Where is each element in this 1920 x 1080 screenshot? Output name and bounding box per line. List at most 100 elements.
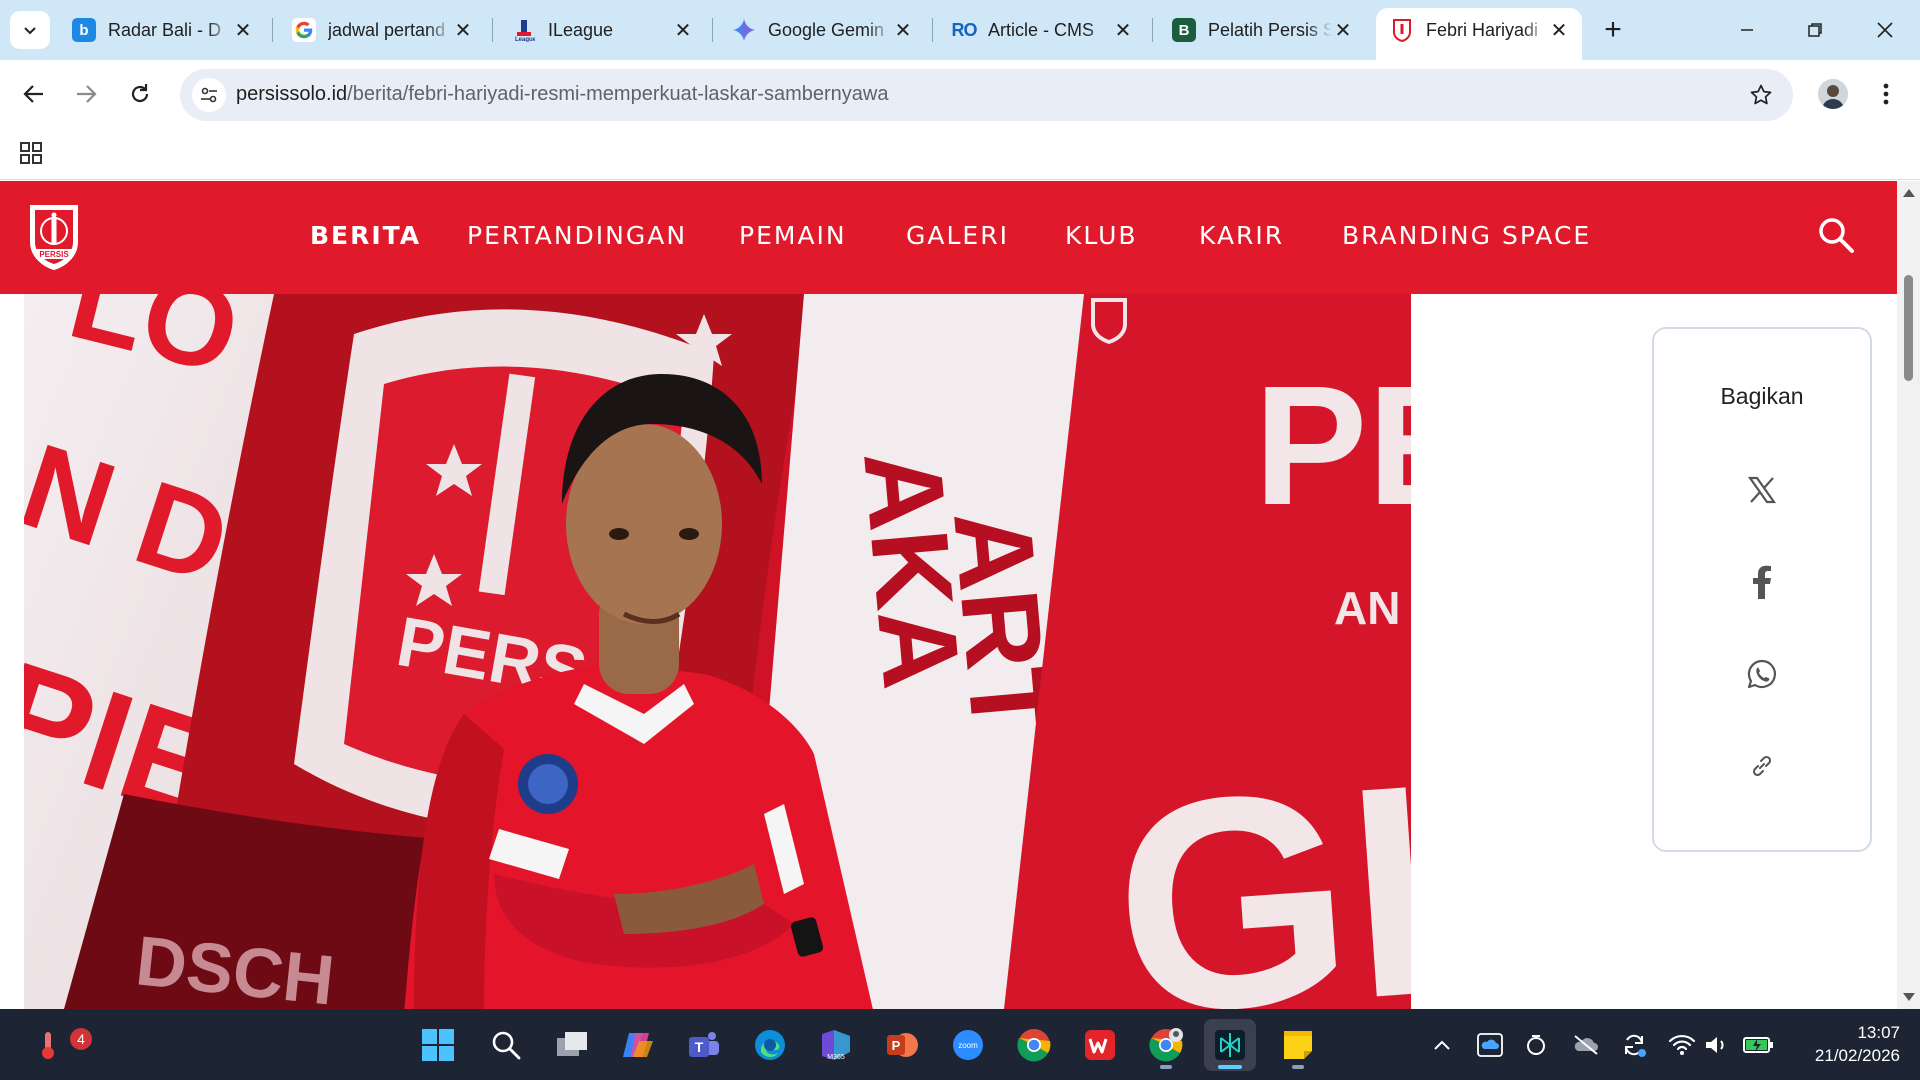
close-tab-icon[interactable]: ✕ bbox=[892, 19, 914, 42]
scroll-down-arrow-icon[interactable] bbox=[1903, 993, 1915, 1001]
tab-strip: b Radar Bali - D ✕ jadwal pertand ✕ Leag… bbox=[0, 0, 1920, 60]
nav-berita[interactable]: BERITA bbox=[310, 221, 421, 250]
bookmarks-bar bbox=[0, 128, 1920, 180]
reload-icon bbox=[131, 84, 149, 103]
weather-badge: 4 bbox=[70, 1028, 92, 1050]
active-taskbar-app[interactable] bbox=[1204, 1019, 1256, 1071]
scroll-thumb[interactable] bbox=[1904, 275, 1913, 381]
radar-bali-icon: b bbox=[72, 18, 96, 42]
back-button[interactable] bbox=[14, 74, 54, 114]
close-tab-icon[interactable]: ✕ bbox=[1548, 19, 1570, 42]
new-tab-button[interactable]: + bbox=[1580, 0, 1646, 60]
sync-tray[interactable] bbox=[1520, 1029, 1552, 1061]
tab-radar-bali[interactable]: b Radar Bali - D ✕ bbox=[58, 8, 266, 52]
battery-tray[interactable] bbox=[1742, 1029, 1774, 1061]
m365-app[interactable]: M365 bbox=[810, 1019, 862, 1071]
arrow-left-icon bbox=[23, 85, 43, 103]
wps-app[interactable] bbox=[1074, 1019, 1126, 1071]
forward-button[interactable] bbox=[66, 74, 106, 114]
chrome-profile-app[interactable] bbox=[1140, 1019, 1192, 1071]
update-tray[interactable] bbox=[1618, 1029, 1650, 1061]
tab-febri-hariyadi[interactable]: Febri Hariyadi ✕ bbox=[1376, 8, 1582, 60]
svg-text:M365: M365 bbox=[827, 1054, 845, 1061]
chrome-app[interactable] bbox=[1008, 1019, 1060, 1071]
bookmark-star-button[interactable] bbox=[1747, 81, 1775, 109]
task-view-button[interactable] bbox=[546, 1019, 598, 1071]
arrow-right-icon bbox=[77, 85, 97, 103]
tab-gemini[interactable]: Google Gemin ✕ bbox=[718, 8, 926, 52]
avatar-icon bbox=[1818, 79, 1848, 109]
close-tab-icon[interactable]: ✕ bbox=[1332, 19, 1354, 42]
cloud-off-tray[interactable] bbox=[1570, 1029, 1602, 1061]
share-title: Bagikan bbox=[1720, 383, 1804, 409]
powerpoint-app[interactable]: P bbox=[876, 1019, 928, 1071]
url-text[interactable]: persissolo.id/berita/febri-hariyadi-resm… bbox=[236, 83, 888, 106]
nav-pertandingan[interactable]: PERTANDINGAN bbox=[467, 221, 687, 250]
close-tab-icon[interactable]: ✕ bbox=[672, 19, 694, 42]
tab-divider bbox=[1152, 18, 1153, 42]
site-header: PERSIS BERITA PERTANDINGAN PEMAIN GALERI… bbox=[0, 181, 1897, 294]
restore-button[interactable] bbox=[1782, 0, 1848, 60]
weather-widget[interactable]: 4 bbox=[22, 1019, 92, 1071]
wifi-tray[interactable] bbox=[1666, 1029, 1698, 1061]
share-whatsapp-button[interactable] bbox=[1736, 648, 1788, 700]
close-tab-icon[interactable]: ✕ bbox=[232, 19, 254, 42]
share-facebook-button[interactable] bbox=[1736, 556, 1788, 608]
clock-time: 13:07 bbox=[1857, 1023, 1900, 1042]
sticky-notes-app[interactable] bbox=[1272, 1019, 1324, 1071]
persis-logo[interactable]: PERSIS bbox=[28, 203, 80, 271]
address-bar[interactable]: persissolo.id/berita/febri-hariyadi-resm… bbox=[180, 69, 1793, 121]
copy-link-button[interactable] bbox=[1736, 740, 1788, 792]
tab-ileague[interactable]: League ILeague ✕ bbox=[498, 8, 706, 52]
volume-tray[interactable] bbox=[1700, 1029, 1732, 1061]
minimize-icon bbox=[1741, 29, 1753, 31]
onedrive-tray[interactable] bbox=[1474, 1029, 1506, 1061]
copilot-app[interactable] bbox=[612, 1019, 664, 1071]
site-info-button[interactable] bbox=[192, 78, 226, 112]
nav-pemain[interactable]: PEMAIN bbox=[739, 221, 847, 250]
teams-icon: T bbox=[689, 1032, 719, 1057]
nav-karir[interactable]: KARIR bbox=[1199, 221, 1284, 250]
show-hidden-icons-button[interactable] bbox=[1426, 1029, 1458, 1061]
taskbar-clock[interactable]: 13:07 21/02/2026 bbox=[1790, 1021, 1900, 1067]
taskbar-search-button[interactable] bbox=[480, 1019, 532, 1071]
tab-article-cms[interactable]: RO Article - CMS ✕ bbox=[938, 8, 1146, 52]
close-tab-icon[interactable]: ✕ bbox=[452, 19, 474, 42]
edge-app[interactable] bbox=[744, 1019, 796, 1071]
wps-icon bbox=[1085, 1030, 1115, 1060]
restore-icon bbox=[1808, 23, 1822, 37]
tab-divider bbox=[272, 18, 273, 42]
chrome-icon bbox=[1017, 1029, 1051, 1062]
reload-button[interactable] bbox=[120, 74, 160, 114]
tab-search-button[interactable] bbox=[10, 11, 50, 49]
nav-galeri[interactable]: GALERI bbox=[906, 221, 1009, 250]
windows-logo-icon bbox=[422, 1029, 454, 1061]
tab-pelatih-persis[interactable]: B Pelatih Persis S ✕ bbox=[1158, 8, 1366, 52]
page-viewport: PERSIS BERITA PERTANDINGAN PEMAIN GALERI… bbox=[0, 181, 1920, 1009]
x-icon bbox=[1747, 476, 1777, 504]
wifi-icon bbox=[1668, 1034, 1696, 1055]
minimize-button[interactable] bbox=[1714, 0, 1780, 60]
nav-branding-space[interactable]: BRANDING SPACE bbox=[1342, 221, 1591, 250]
apps-grid-icon[interactable] bbox=[18, 140, 44, 166]
svg-text:AN: AN bbox=[1334, 582, 1400, 634]
sticky-notes-icon bbox=[1284, 1031, 1312, 1059]
tab-jadwal[interactable]: jadwal pertand ✕ bbox=[278, 8, 486, 52]
nav-klub[interactable]: KLUB bbox=[1065, 221, 1138, 250]
start-button[interactable] bbox=[412, 1019, 464, 1071]
svg-text:zoom: zoom bbox=[958, 1041, 978, 1050]
close-tab-icon[interactable]: ✕ bbox=[1112, 19, 1134, 42]
page-scrollbar[interactable] bbox=[1897, 181, 1920, 1009]
browser-menu-button[interactable] bbox=[1874, 78, 1898, 110]
close-window-button[interactable] bbox=[1852, 0, 1918, 60]
teams-app[interactable]: T bbox=[678, 1019, 730, 1071]
perplexity-icon bbox=[1215, 1030, 1245, 1060]
url-domain: persissolo.id bbox=[236, 83, 348, 105]
scroll-up-arrow-icon[interactable] bbox=[1903, 189, 1915, 197]
cms-icon: RO bbox=[951, 19, 978, 40]
search-icon[interactable] bbox=[1816, 215, 1856, 255]
zoom-app[interactable]: zoom bbox=[942, 1019, 994, 1071]
share-panel: Bagikan bbox=[1652, 327, 1872, 852]
profile-avatar[interactable] bbox=[1818, 79, 1848, 109]
share-x-button[interactable] bbox=[1736, 464, 1788, 516]
